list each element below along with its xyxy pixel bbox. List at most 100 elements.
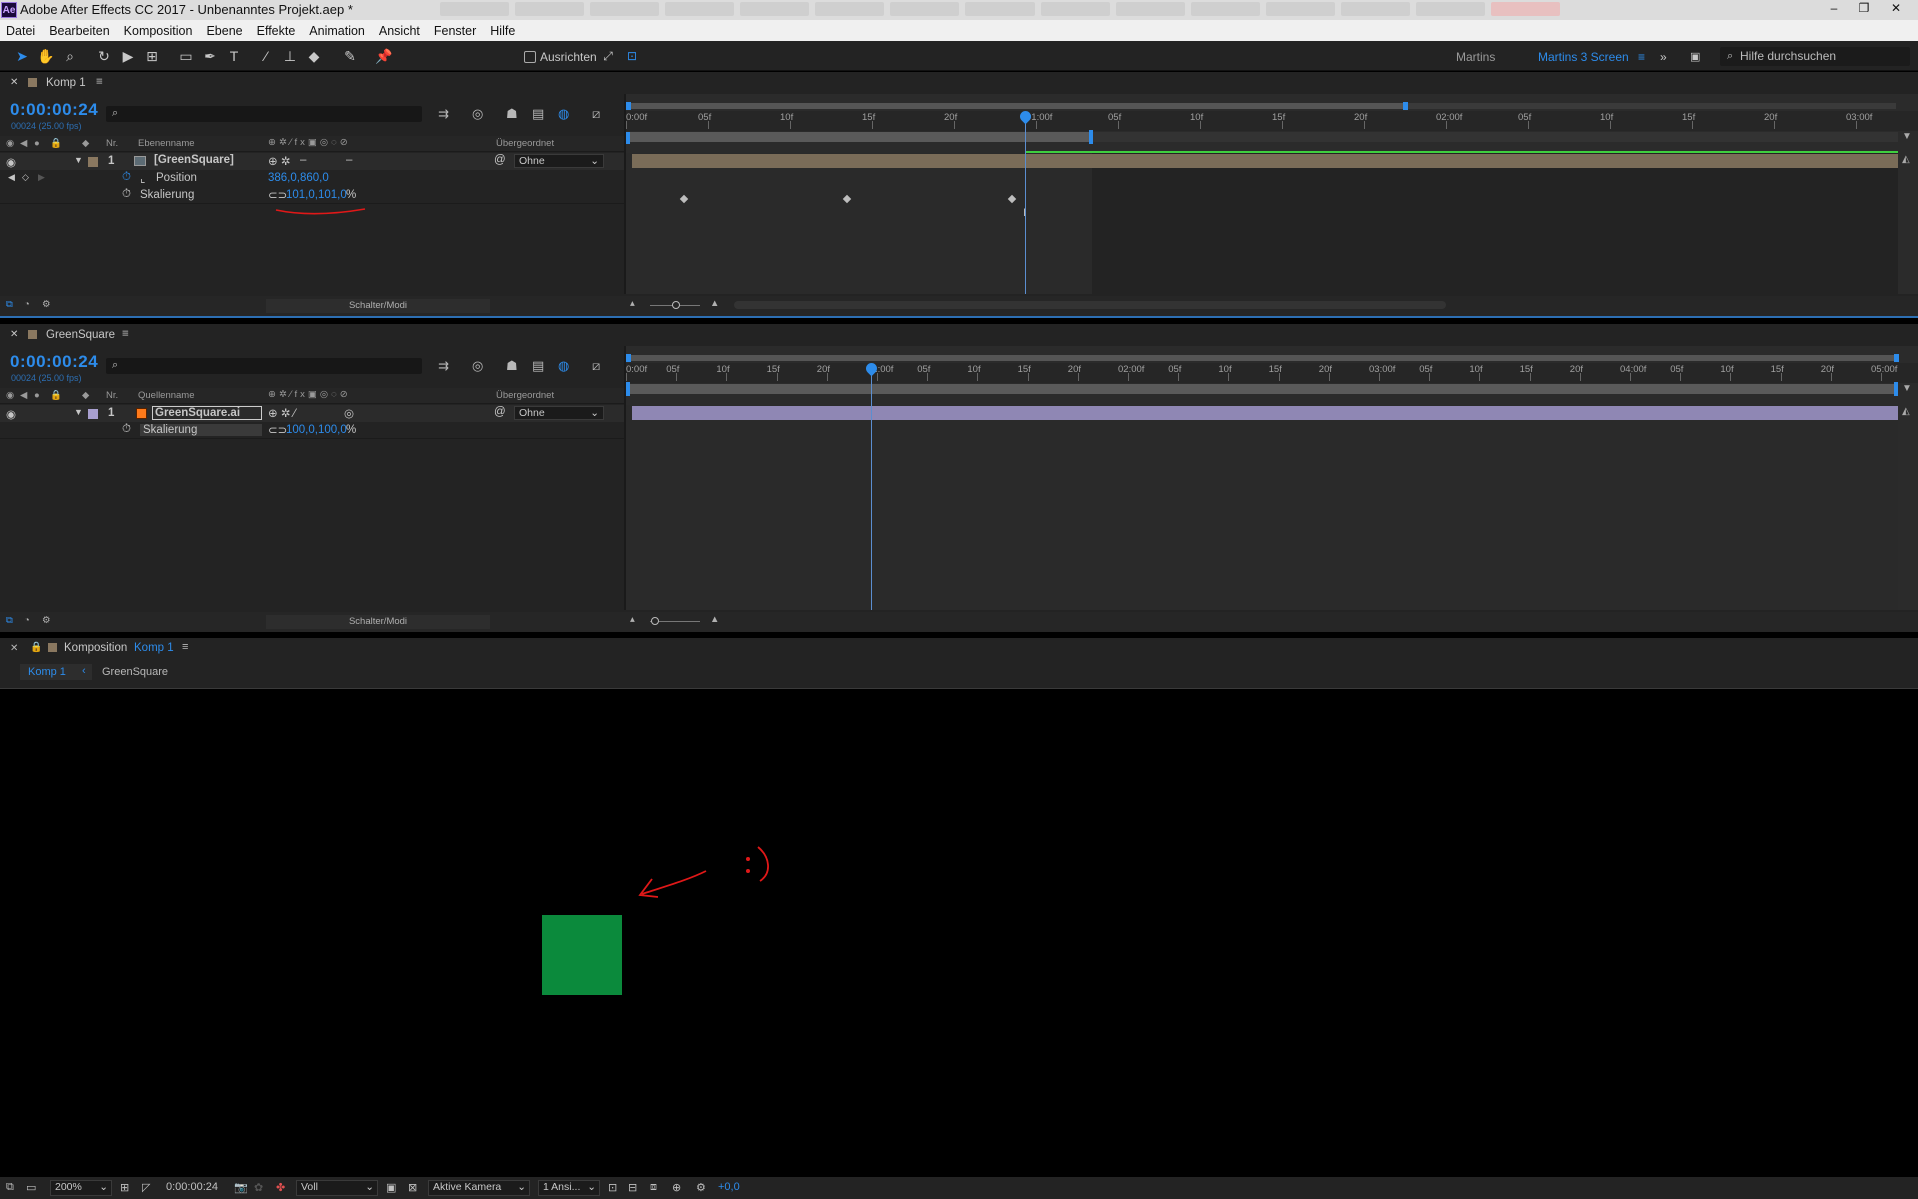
adjustment-switch-icon[interactable]: ◎ [344,406,354,420]
text-tool-icon[interactable]: T [224,47,244,65]
current-time-indicator-line[interactable] [1025,118,1026,294]
green-square-layer[interactable] [542,915,622,995]
layer-switches-toggle-icon[interactable]: ⧉ [6,299,13,310]
layer-duration-bar[interactable] [632,154,1898,168]
transparency-grid-icon[interactable]: ⊠ [408,1181,417,1194]
layer-search-input[interactable] [106,358,422,374]
frame-blending-icon[interactable]: ▤ [532,358,544,374]
work-area-end-handle[interactable] [1894,382,1898,396]
fast-previews-icon[interactable]: ⊟ [628,1181,637,1194]
workspace-menu-icon[interactable]: ≡ [1638,50,1645,64]
layer-name[interactable]: GreenSquare.ai [152,406,262,420]
help-search-input[interactable]: Hilfe durchsuchen [1720,47,1910,66]
constrain-proportions-link-icon[interactable]: ⊂⊃ [268,423,287,437]
close-panel-icon[interactable]: ✕ [10,329,18,340]
graph-editor-icon[interactable]: ⧄ [592,358,600,374]
time-ruler[interactable]: 0:00f 05f 10f 15f 20f 01:00f 05f 10f 15f 20f 02:00… [626,363,1918,383]
panel-comp-name[interactable]: Komp 1 [134,642,174,654]
motion-blur-icon[interactable]: ◍ [558,106,569,122]
next-keyframe-icon[interactable]: ▶ [38,172,45,183]
layer-visibility-eye-icon[interactable]: ◉ [6,407,16,421]
rectangle-tool-icon[interactable]: ▭ [176,47,196,65]
lock-icon[interactable]: 🔒 [30,642,42,653]
breadcrumb-greensquare[interactable]: GreenSquare [102,666,168,678]
quality-switch-icon[interactable]: – [300,154,306,166]
panel-menu-icon[interactable]: ≡ [182,641,188,653]
magnification-select[interactable]: 200% ⌄ [50,1180,112,1196]
frame-blending-icon[interactable]: ▤ [532,106,544,122]
zoom-slider-thumb[interactable] [672,301,680,309]
parent-pickwhip-icon[interactable]: @ [494,154,506,166]
zoom-slider-thumb[interactable] [651,617,659,625]
workspace-active[interactable]: Martins 3 Screen [1538,50,1629,64]
always-preview-icon[interactable]: ⧉ [6,1181,14,1194]
composition-viewer[interactable] [0,689,1918,1177]
stopwatch-icon[interactable]: ⏱ [122,171,131,184]
camera-tool-icon[interactable]: ▶ [118,47,138,65]
column-layer-name[interactable]: Ebenenname [138,138,195,149]
layer-visibility-eye-icon[interactable]: ◉ [6,155,16,169]
snapshot-camera-icon[interactable]: 📷 [234,1181,248,1194]
stopwatch-icon[interactable]: ⏱ [122,423,131,436]
monitor-icon[interactable]: ▭ [26,1181,36,1194]
pen-tool-icon[interactable]: ✒ [200,47,220,65]
zoom-in-icon[interactable]: ▲ [710,298,719,309]
comp-mini-flowchart-icon[interactable]: ⇉ [438,106,449,122]
comp-mini-flowchart-icon[interactable]: ⇉ [438,358,449,374]
close-panel-icon[interactable]: ✕ [10,643,18,654]
in-out-toggle-icon[interactable]: ⚙ [42,615,51,626]
layer-label-color[interactable] [88,409,98,419]
work-area-start-handle[interactable] [626,132,630,144]
rotate-tool-icon[interactable]: ↻ [94,47,114,65]
stopwatch-icon[interactable]: ⏱ [122,188,131,201]
panel-menu-icon[interactable]: ≡ [122,328,129,340]
snap-checkbox[interactable] [524,51,536,63]
region-of-interest-icon[interactable]: ▣ [386,1181,396,1194]
comp-end-marker-icon[interactable]: ▼ [1902,383,1912,394]
layer-label-color[interactable] [88,157,98,167]
layer-name[interactable]: [GreenSquare] [154,154,234,166]
navigator-start-handle[interactable] [626,102,631,110]
layer-expand-twirl-icon[interactable]: ▼ [74,407,83,417]
shy-layers-icon[interactable]: ☗ [506,106,518,122]
color-channel-icon[interactable]: ✤ [276,1181,285,1194]
work-area-bar[interactable] [626,384,1898,394]
column-source-name[interactable]: Quellenname [138,390,195,401]
menu-ansicht[interactable]: Ansicht [379,24,420,38]
resolution-select[interactable]: Voll ⌄ [296,1180,378,1196]
motion-blur-switch-icon[interactable]: – [346,154,352,166]
camera-select[interactable]: Aktive Kamera ⌄ [428,1180,530,1196]
brush-tool-icon[interactable]: ⁄ [256,47,276,65]
zoom-out-icon[interactable]: ▴ [630,614,635,625]
grid-guides-icon[interactable]: ⊞ [120,1181,129,1194]
menu-bearbeiten[interactable]: Bearbeiten [49,24,109,38]
pan-behind-tool-icon[interactable]: ⊞ [142,47,162,65]
draft-3d-icon[interactable]: ◎ [472,106,483,122]
snap-target-icon[interactable]: ⊡ [622,47,642,65]
toggle-switches-modes-button[interactable]: Schalter/Modi [266,615,490,629]
time-ruler[interactable]: 0:00f 05f 10f 15f 20f 01:00f 05f 10f 15f 20f 02:00… [626,111,1918,131]
timeline-tab-label[interactable]: Komp 1 [46,77,86,89]
work-area-start-handle[interactable] [626,382,630,396]
toggle-switches-modes-button[interactable]: Schalter/Modi [266,299,490,313]
horizontal-scrollbar[interactable] [734,301,1446,309]
layer-search-input[interactable] [106,106,422,122]
selection-tool-icon[interactable]: ➤ [12,47,32,65]
time-graph-area[interactable]: 0:00f 05f 10f 15f 20f 01:00f 05f 10f 15f 20f 02:00… [626,94,1918,294]
prev-keyframe-icon[interactable]: ◀ [8,172,15,183]
transfer-controls-toggle-icon[interactable]: ◔ [24,299,30,310]
add-keyframe-icon[interactable]: ◇ [22,172,29,183]
panel-layout-icon[interactable]: ▣ [1690,50,1700,63]
current-time-display[interactable]: 0:00:00:24 [10,100,98,120]
current-time-value[interactable]: 0:00:00:24 [166,1181,218,1193]
parent-select[interactable]: Ohne ⌄ [514,154,604,168]
menu-komposition[interactable]: Komposition [124,24,193,38]
zoom-in-icon[interactable]: ▲ [710,614,719,625]
hand-tool-icon[interactable]: ✋ [36,47,56,65]
snap-options-icon[interactable]: ⤢ [598,47,618,65]
shy-layers-icon[interactable]: ☗ [506,358,518,374]
maximize-button[interactable]: ❐ [1850,0,1878,16]
zoom-tool-icon[interactable]: ⌕ [60,47,80,65]
scale-value[interactable]: 100,0,100,0 [286,424,347,436]
close-window-button[interactable]: ✕ [1882,0,1910,16]
